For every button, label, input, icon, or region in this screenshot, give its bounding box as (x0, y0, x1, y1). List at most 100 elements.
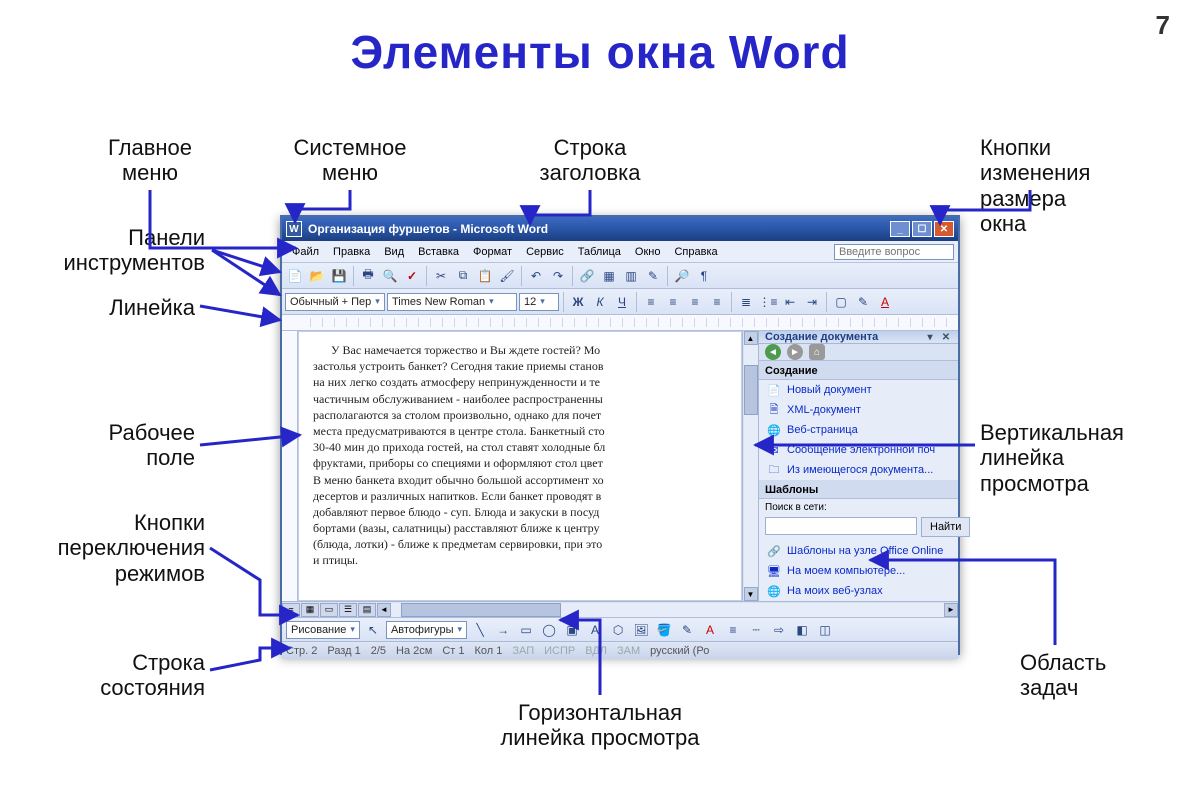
tp-link-office-online[interactable]: 🔗Шаблоны на узле Office Online (759, 541, 958, 561)
view-web-icon[interactable]: ▦ (301, 603, 319, 617)
bullets-icon[interactable]: ⋮≡ (758, 292, 778, 312)
border-icon[interactable]: ▢ (831, 292, 851, 312)
align-right-icon[interactable]: ≡ (685, 292, 705, 312)
menu-help[interactable]: Справка (668, 244, 723, 260)
align-center-icon[interactable]: ≡ (663, 292, 683, 312)
cut-icon[interactable]: ✂ (431, 266, 451, 286)
nav-fwd-icon[interactable]: ► (787, 344, 803, 360)
numbering-icon[interactable]: ≣ (736, 292, 756, 312)
preview-icon[interactable]: 🔍 (380, 266, 400, 286)
hscroll-right-icon[interactable]: ► (944, 603, 958, 617)
diagram-icon[interactable]: ⬡ (608, 620, 628, 640)
shadow-icon[interactable]: ◧ (792, 620, 812, 640)
menu-insert[interactable]: Вставка (412, 244, 465, 260)
open-icon[interactable]: 📂 (307, 266, 327, 286)
linecolor-icon[interactable]: ✎ (677, 620, 697, 640)
tp-link-xml[interactable]: 🗎XML-документ (759, 400, 958, 420)
menu-format[interactable]: Формат (467, 244, 518, 260)
copy-icon[interactable]: ⧉ (453, 266, 473, 286)
nav-back-icon[interactable]: ◄ (765, 344, 781, 360)
font-color-icon[interactable]: A (875, 292, 895, 312)
dash-icon[interactable]: ┄ (746, 620, 766, 640)
outdent-icon[interactable]: ⇤ (780, 292, 800, 312)
3d-icon[interactable]: ◫ (815, 620, 835, 640)
menu-window[interactable]: Окно (629, 244, 667, 260)
underline-icon[interactable]: Ч (612, 292, 632, 312)
document-page[interactable]: У Вас намечается торжество и Вы ждете го… (298, 331, 742, 601)
highlight-icon[interactable]: ✎ (853, 292, 873, 312)
fontcolor-icon[interactable]: A (700, 620, 720, 640)
arrowstyle-icon[interactable]: ⇨ (769, 620, 789, 640)
view-normal-icon[interactable]: ≡ (282, 603, 300, 617)
lineweight-icon[interactable]: ≡ (723, 620, 743, 640)
spell-icon[interactable]: ✓ (402, 266, 422, 286)
view-reading-icon[interactable]: ▤ (358, 603, 376, 617)
maximize-button[interactable]: ☐ (912, 221, 932, 237)
tp-link-mywebs[interactable]: 🌐На моих веб-узлах (759, 581, 958, 601)
minimize-button[interactable]: _ (890, 221, 910, 237)
italic-icon[interactable]: К (590, 292, 610, 312)
fillcolor-icon[interactable]: 🪣 (654, 620, 674, 640)
oval-icon[interactable]: ◯ (539, 620, 559, 640)
template-search-button[interactable]: Найти (921, 517, 970, 537)
view-print-icon[interactable]: ▭ (320, 603, 338, 617)
wordart-icon[interactable]: A (585, 620, 605, 640)
print-icon[interactable]: 🖶 (358, 266, 378, 286)
tp-link-web[interactable]: 🌐Веб-страница (759, 420, 958, 440)
tp-link-new[interactable]: 📄Новый документ (759, 380, 958, 400)
redo-icon[interactable]: ↷ (548, 266, 568, 286)
scroll-thumb[interactable] (744, 365, 758, 415)
save-icon[interactable]: 💾 (329, 266, 349, 286)
pointer-icon[interactable]: ↖ (363, 620, 383, 640)
align-left-icon[interactable]: ≡ (641, 292, 661, 312)
pilcrow-icon[interactable]: ¶ (694, 266, 714, 286)
paste-icon[interactable]: 📋 (475, 266, 495, 286)
taskpane-close-icon[interactable]: ✕ (940, 331, 952, 343)
draw-combo[interactable]: Рисование (286, 621, 360, 639)
align-justify-icon[interactable]: ≡ (707, 292, 727, 312)
format-painter-icon[interactable]: 🖌 (497, 266, 517, 286)
app-icon[interactable]: W (286, 221, 302, 237)
horizontal-ruler[interactable] (282, 315, 958, 331)
view-outline-icon[interactable]: ☰ (339, 603, 357, 617)
zoom-icon[interactable]: 🔎 (672, 266, 692, 286)
tp-link-mail[interactable]: ✉Сообщение электронной поч (759, 440, 958, 460)
size-combo[interactable]: 12 (519, 293, 559, 311)
undo-icon[interactable]: ↶ (526, 266, 546, 286)
scroll-up-icon[interactable]: ▲ (744, 331, 758, 345)
autoshapes-combo[interactable]: Автофигуры (386, 621, 467, 639)
line-icon[interactable]: ╲ (470, 620, 490, 640)
new-icon[interactable]: 📄 (285, 266, 305, 286)
menu-edit[interactable]: Правка (327, 244, 376, 260)
template-search-input[interactable] (765, 517, 917, 535)
help-search-input[interactable] (834, 244, 954, 260)
style-combo[interactable]: Обычный + Пер (285, 293, 385, 311)
table-icon[interactable]: ▦ (599, 266, 619, 286)
horizontal-scrollbar[interactable]: ≡ ▦ ▭ ☰ ▤ ◄ ► (282, 601, 958, 617)
menu-file[interactable]: Файл (286, 244, 325, 260)
scroll-down-icon[interactable]: ▼ (744, 587, 758, 601)
menu-tools[interactable]: Сервис (520, 244, 570, 260)
vertical-ruler[interactable] (282, 331, 298, 601)
vertical-scrollbar[interactable]: ▲ ▼ (742, 331, 758, 601)
close-button[interactable]: ✕ (934, 221, 954, 237)
tp-link-existing[interactable]: 🗀Из имеющегося документа... (759, 460, 958, 480)
arrow-icon[interactable]: → (493, 620, 513, 640)
textbox-icon[interactable]: ▣ (562, 620, 582, 640)
menu-view[interactable]: Вид (378, 244, 410, 260)
columns-icon[interactable]: ▥ (621, 266, 641, 286)
hscroll-thumb[interactable] (401, 603, 561, 617)
hscroll-left-icon[interactable]: ◄ (377, 603, 391, 617)
font-combo[interactable]: Times New Roman (387, 293, 517, 311)
menu-table[interactable]: Таблица (572, 244, 627, 260)
drawing-icon[interactable]: ✎ (643, 266, 663, 286)
taskpane-menu-icon[interactable]: ▾ (924, 331, 936, 343)
rect-icon[interactable]: ▭ (516, 620, 536, 640)
bold-icon[interactable]: Ж (568, 292, 588, 312)
tp-link-mycomputer[interactable]: 🖥На моем компьютере... (759, 561, 958, 581)
nav-home-icon[interactable]: ⌂ (809, 344, 825, 360)
indent-icon[interactable]: ⇥ (802, 292, 822, 312)
clipart-icon[interactable]: 🖼 (631, 620, 651, 640)
link-icon[interactable]: 🔗 (577, 266, 597, 286)
titlebar[interactable]: W Организация фуршетов - Microsoft Word … (282, 217, 958, 241)
